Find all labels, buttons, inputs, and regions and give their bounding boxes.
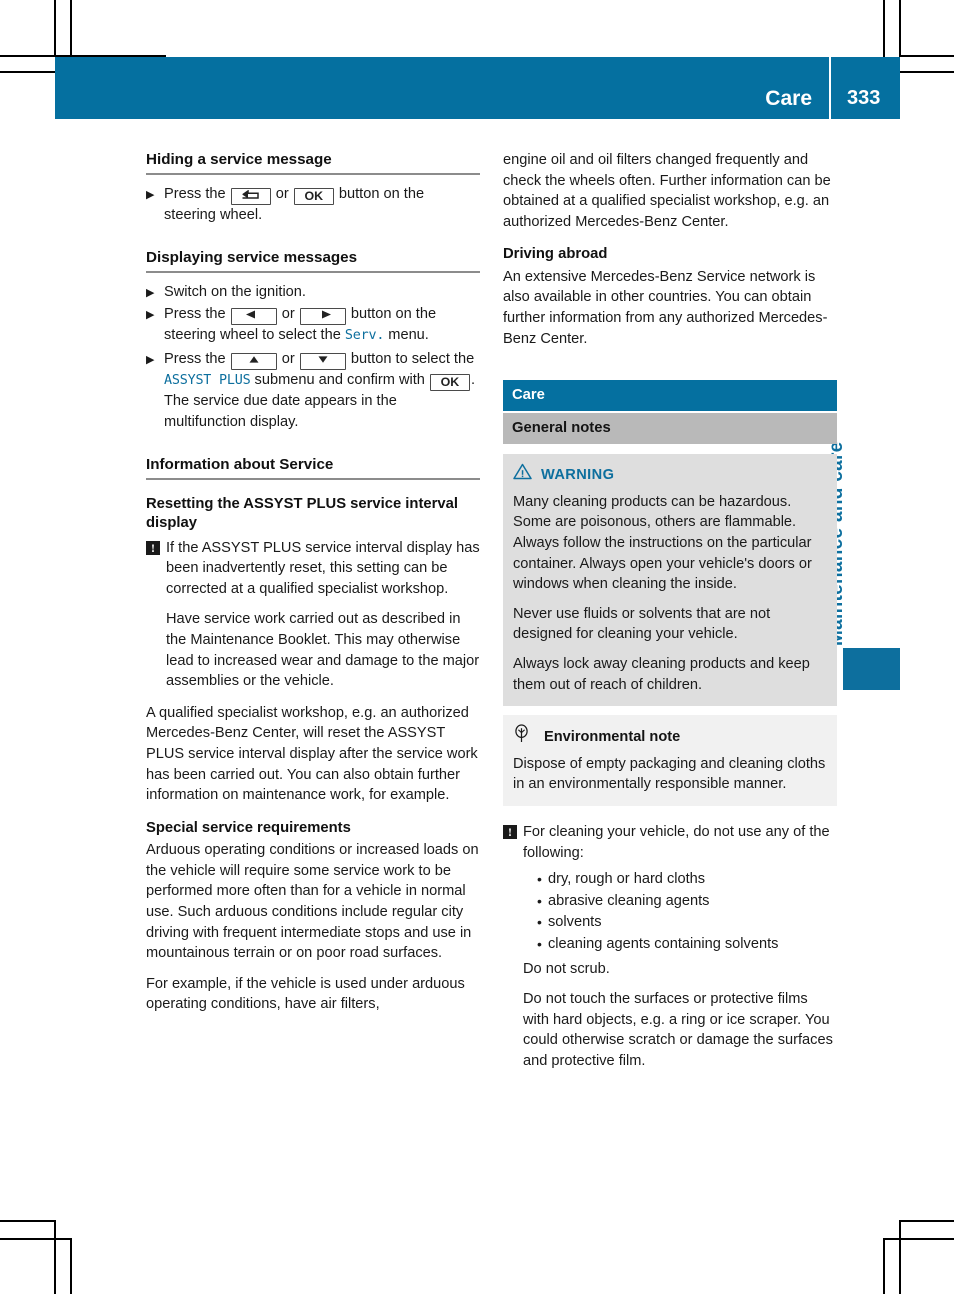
- assyst-plus-submenu-name: ASSYST PLUS: [164, 372, 251, 388]
- ok-button-key: OK: [429, 373, 470, 391]
- cleaning-dont-use-list: • dry, rough or hard cloths • abrasive cle…: [523, 869, 837, 954]
- notice-do-not-touch: Do not touch the surfaces or protective …: [523, 991, 833, 1069]
- environmental-note-paragraph: Dispose of empty packaging and cleaning …: [513, 755, 826, 793]
- list-item-label: dry, rough or hard cloths: [548, 871, 706, 888]
- ok-button-key: OK: [293, 188, 334, 205]
- list-item: • solvents: [537, 912, 837, 933]
- warning-paragraph-2: Never use fluids or solvents that are no…: [513, 605, 771, 643]
- step-text-part-3: menu.: [388, 327, 429, 344]
- page-content: Hiding a service message ▶ Press the or …: [0, 0, 954, 1294]
- environmental-note-box: Environmental note Dispose of empty pack…: [503, 715, 837, 806]
- step-marker-icon: ▶: [146, 353, 155, 366]
- down-arrow-button-icon: [299, 352, 346, 370]
- step-text-part-1: Press the: [164, 306, 226, 323]
- list-item-label: solvents: [548, 914, 602, 931]
- heading-special-service-requirements: Special service requirements: [146, 819, 351, 836]
- step-hiding-press-button: ▶ Press the or OK button on the steering…: [146, 184, 480, 226]
- step-text-part-1: Press the: [164, 350, 226, 367]
- list-item: • dry, rough or hard cloths: [537, 869, 837, 890]
- left-arrow-button-icon: [230, 308, 277, 326]
- notice-paragraph-1: If the ASSYST PLUS service interval disp…: [166, 539, 480, 597]
- notice-cleaning-intro: For cleaning your vehicle, do not use an…: [523, 823, 830, 861]
- environmental-note-title: Environmental note: [544, 728, 681, 745]
- notice-do-not-scrub: Do not scrub.: [523, 960, 610, 977]
- step-select-assyst-plus-submenu: ▶ Press the or button to select the ASSY…: [146, 349, 480, 433]
- step-marker-icon: ▶: [146, 189, 155, 201]
- notice-paragraph-2: Have service work carried out as describ…: [166, 611, 480, 690]
- warning-paragraph-1: Many cleaning products can be hazardous.…: [513, 493, 812, 593]
- notice-exclamation-icon: !: [503, 824, 517, 839]
- bullet-dot-icon: •: [537, 871, 542, 888]
- warning-box-header: WARNING: [513, 463, 827, 487]
- paragraph-driving-abroad: An extensive Mercedes-Benz Service netwo…: [503, 268, 828, 347]
- heading-displaying-service-messages: Displaying service messages: [146, 248, 480, 273]
- section-header-care: Care: [503, 380, 837, 412]
- heading-driving-abroad: Driving abroad: [503, 246, 608, 263]
- notice-exclamation-icon: !: [146, 540, 160, 555]
- step-text: Switch on the ignition.: [164, 283, 306, 300]
- step-marker-icon: ▶: [146, 309, 155, 322]
- step-text-part-3: submenu and confirm with: [254, 371, 425, 388]
- list-item: • cleaning agents containing solvents: [537, 934, 837, 955]
- step-text-or: or: [281, 306, 295, 323]
- bullet-dot-icon: •: [537, 914, 542, 931]
- heading-resetting-assyst-plus: Resetting the ASSYST PLUS service interv…: [146, 495, 458, 532]
- step-select-serv-menu: ▶ Press the or button on the steering wh…: [146, 304, 480, 347]
- step-switch-on-ignition: ▶ Switch on the ignition.: [146, 282, 480, 303]
- warning-box: WARNING Many cleaning products can be ha…: [503, 454, 837, 707]
- notice-reset-display: ! If the ASSYST PLUS service interval di…: [146, 538, 480, 692]
- warning-paragraph-3: Always lock away cleaning products and k…: [513, 656, 810, 693]
- up-arrow-button-icon: [230, 352, 277, 370]
- paragraph-example-continued: For example, if the vehicle is used unde…: [146, 975, 465, 1013]
- step-text-or: or: [281, 350, 295, 367]
- step-marker-icon: ▶: [146, 286, 155, 299]
- step-text-part-4: .: [470, 371, 476, 388]
- back-button-icon: [230, 188, 271, 205]
- heading-hiding-a-service-message: Hiding a service message: [146, 150, 480, 175]
- step-text-part-1: Press the: [164, 186, 226, 202]
- bullet-dot-icon: •: [537, 935, 542, 952]
- list-item: • abrasive cleaning agents: [537, 891, 837, 912]
- bullet-dot-icon: •: [537, 892, 542, 909]
- step-text-part-2: button to select the: [350, 350, 475, 367]
- list-item-label: abrasive cleaning agents: [548, 892, 710, 909]
- warning-triangle-icon: [513, 463, 532, 487]
- paragraph-continued-from-left: engine oil and oil filters changed frequ…: [503, 152, 831, 230]
- left-column: Hiding a service message ▶ Press the or …: [146, 150, 480, 1015]
- paragraph-arduous-conditions: Arduous operating conditions or increase…: [146, 842, 479, 962]
- step-result-text: The service due date appears in the mult…: [164, 393, 397, 430]
- notice-cleaning-restrictions: ! For cleaning your vehicle, do not use …: [503, 822, 837, 1072]
- tree-icon: [513, 724, 530, 750]
- list-item-label: cleaning agents containing solvents: [548, 935, 779, 952]
- heading-information-about-service: Information about Service: [146, 455, 480, 480]
- environmental-note-header: Environmental note: [513, 724, 827, 750]
- right-arrow-button-icon: [299, 308, 346, 326]
- section-header-general-notes: General notes: [503, 413, 837, 445]
- right-column: engine oil and oil filters changed frequ…: [503, 150, 837, 1082]
- paragraph-qualified-workshop: A qualified specialist workshop, e.g. an…: [146, 704, 478, 804]
- step-text-or: or: [275, 186, 289, 202]
- warning-title: WARNING: [541, 466, 615, 483]
- serv-menu-name: Serv.: [344, 328, 385, 344]
